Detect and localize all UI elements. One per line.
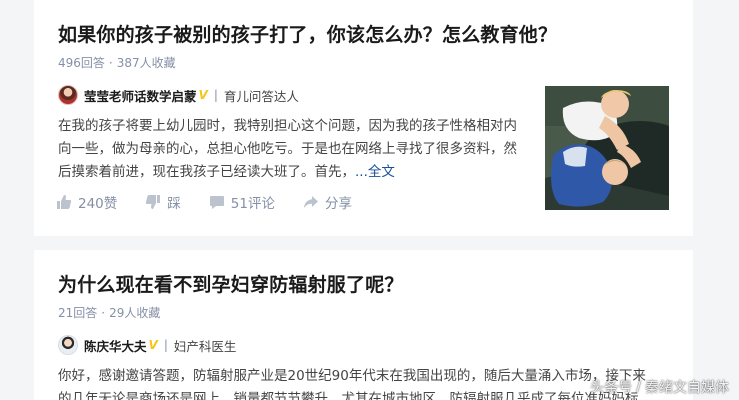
share-label: 分享 [324,196,352,212]
favorite-count: 387人收藏 [116,56,176,70]
thumbs-down-icon [146,195,161,209]
answer-author: 莹莹老师话数学启蒙 V | 育儿问答达人 [58,84,299,106]
dislike-button[interactable]: 踩 [145,192,181,212]
verified-badge-icon: V [148,338,158,352]
author-separator: | [213,88,218,102]
author-name[interactable]: 陈庆华大夫 [84,336,147,355]
thumbs-up-icon [57,195,72,209]
avatar[interactable] [58,335,78,355]
author-name[interactable]: 莹莹老师话数学启蒙 [84,86,197,105]
watermark-platform: 头条号 [590,380,633,396]
question-title[interactable]: 为什么现在看不到孕妇穿防辐射服了呢？ [58,270,404,297]
like-button[interactable]: 240赞 [56,192,117,212]
watermark: 头条号 / 秦绪文自媒体 [590,377,729,397]
answer-count: 496回答 [58,56,105,70]
answer-author: 陈庆华大夫 V | 妇产科医生 [58,334,236,356]
author-title: 妇产科医生 [173,338,237,354]
question-stats: 496回答 · 387人收藏 [58,56,176,70]
author-title: 育儿问答达人 [223,88,299,104]
question-card: 如果你的孩子被别的孩子打了，你该怎么办？怎么教育他？ 496回答 · 387人收藏 … [34,0,693,236]
like-count: 240赞 [78,196,118,212]
answer-excerpt[interactable]: 你好，感谢邀请答题，防辐射服产业是20世纪90年代末在我国出现的，随后大量涌入市… [58,365,678,400]
comment-icon [209,196,224,209]
answer-excerpt[interactable]: 在我的孩子将要上幼儿园时，我特别担心这个问题，因为我的孩子性格相对内向一些，做为… [58,115,528,184]
share-icon [303,196,318,208]
answer-actions: 240赞 踩 51评论 分享 [56,192,380,212]
dislike-label: 踩 [167,196,181,212]
question-title[interactable]: 如果你的孩子被别的孩子打了，你该怎么办？怎么教育他？ [58,20,557,47]
comment-count: 51评论 [230,196,275,212]
watermark-account: 秦绪文自媒体 [645,380,729,396]
answer-count: 21回答 [58,306,98,320]
answer-thumbnail-image[interactable] [545,86,669,210]
read-more-link[interactable]: ...全文 [355,164,395,180]
avatar[interactable] [58,85,78,105]
author-separator: | [163,338,168,352]
verified-badge-icon: V [198,88,208,102]
share-button[interactable]: 分享 [303,192,352,212]
excerpt-line: 你好，感谢邀请答题，防辐射服产业是20世纪90年代末在我国出现的，随后大量涌入市… [58,368,646,384]
comment-button[interactable]: 51评论 [209,192,275,212]
watermark-separator: / [636,379,641,395]
excerpt-line: 的几年无论是商场还是网上，销量都节节攀升，尤其在城市地区，防辐射服几乎成了每位准… [58,391,639,400]
question-stats: 21回答 · 29人收藏 [58,306,161,320]
favorite-count: 29人收藏 [109,306,161,320]
